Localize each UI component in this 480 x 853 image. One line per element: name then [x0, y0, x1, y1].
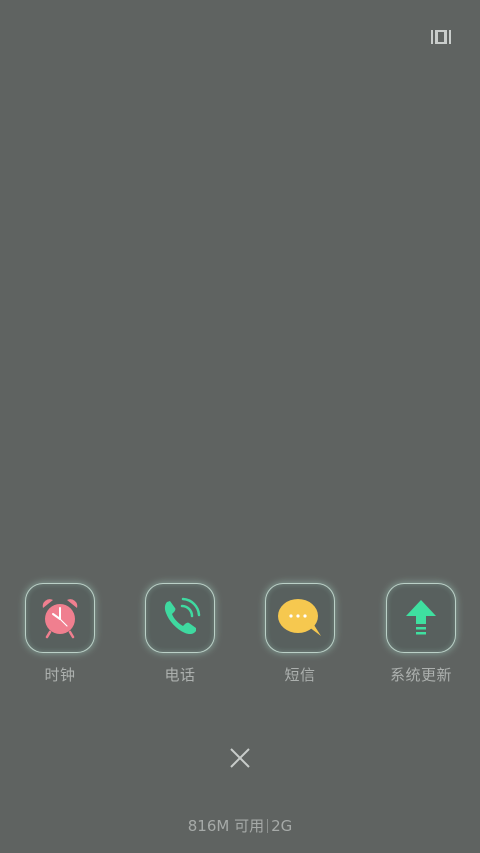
app-label: 短信: [284, 666, 316, 684]
memory-total: 2G: [271, 817, 293, 835]
recent-apps-grid-icon: [431, 30, 451, 44]
memory-status: 816M 可用 2G: [0, 815, 480, 836]
app-icon-frame[interactable]: [265, 583, 335, 653]
update-arrow-icon: [406, 600, 436, 635]
message-bubble-icon: [278, 599, 321, 636]
alarm-clock-icon: [42, 599, 78, 639]
app-messages[interactable]: 短信: [245, 583, 355, 685]
app-icon-frame[interactable]: [386, 583, 456, 653]
app-phone[interactable]: 电话: [125, 583, 235, 685]
recent-apps-button[interactable]: [431, 28, 451, 46]
close-icon: [230, 748, 250, 768]
app-system-update[interactable]: 系统更新: [366, 583, 476, 685]
app-label: 时钟: [44, 666, 76, 684]
app-clock[interactable]: 时钟: [5, 583, 115, 685]
app-label: 电话: [164, 666, 196, 684]
app-label: 系统更新: [389, 666, 452, 684]
phone-icon: [164, 597, 201, 635]
app-icon-frame[interactable]: [25, 583, 95, 653]
app-icon-frame[interactable]: [145, 583, 215, 653]
clear-all-button[interactable]: [229, 747, 251, 769]
memory-available: 816M 可用: [187, 817, 265, 835]
memory-divider: [267, 819, 269, 833]
recent-apps-row: 时钟 电话 短信 系统更新: [0, 583, 480, 693]
